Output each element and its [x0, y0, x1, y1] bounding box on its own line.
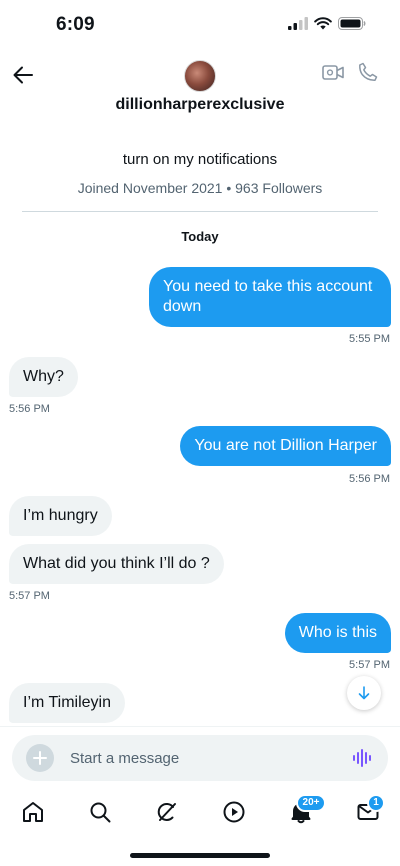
message-timestamp: 5:57 PM: [9, 590, 50, 602]
profile-meta: Joined November 2021 • 963 Followers: [77, 180, 323, 196]
status-time: 6:09: [56, 14, 95, 35]
back-button[interactable]: [10, 62, 36, 88]
status-icons: [288, 17, 366, 30]
message-timestamp: 5:55 PM: [349, 333, 390, 345]
message-text: You need to take this account down: [163, 278, 373, 315]
message-incoming[interactable]: I’m Timileyin: [9, 683, 126, 723]
message-outgoing[interactable]: Who is this: [284, 613, 391, 653]
voice-call-button[interactable]: [358, 62, 378, 87]
grok-icon: [157, 802, 176, 821]
tab-home[interactable]: [19, 798, 47, 826]
battery-icon: [338, 17, 366, 30]
audio-waveform-icon: [353, 749, 371, 767]
avatar[interactable]: [184, 60, 216, 92]
message-incoming[interactable]: What did you think I’ll do ?: [9, 544, 224, 584]
message-text: You are not Dillion Harper: [194, 437, 377, 454]
home-icon: [23, 802, 43, 822]
cellular-signal-icon: [288, 17, 308, 30]
message-outgoing[interactable]: You need to take this account down: [149, 267, 391, 327]
notifications-badge: 20+: [296, 794, 326, 812]
message-timestamp: 5:57 PM: [349, 659, 390, 671]
tab-search[interactable]: [86, 798, 114, 826]
profile-bio: turn on my notifications: [122, 151, 278, 168]
message-timestamp: 5:56 PM: [9, 403, 50, 415]
conversation-header: dillionharperexclusive: [0, 50, 400, 130]
composer: [12, 735, 388, 781]
message-text: Who is this: [298, 624, 377, 641]
messages-badge: 1: [367, 794, 385, 812]
day-label: Today: [181, 229, 219, 244]
message-text: Why?: [23, 368, 64, 385]
composer-area: [0, 726, 400, 788]
add-media-button[interactable]: [26, 744, 54, 772]
arrow-down-icon: [358, 686, 370, 700]
video-call-button[interactable]: [322, 64, 344, 86]
voice-message-button[interactable]: [352, 748, 372, 773]
divider: [22, 211, 378, 212]
plus-icon: [33, 751, 47, 765]
tab-communities[interactable]: [220, 798, 248, 826]
phone-icon: [359, 62, 378, 81]
message-timestamp: 5:56 PM: [349, 473, 390, 485]
message-incoming[interactable]: Why?: [9, 357, 78, 397]
message-text: I’m hungry: [23, 507, 98, 524]
video-camera-icon: [322, 65, 344, 80]
scroll-to-bottom-button[interactable]: [347, 676, 381, 710]
tab-grok[interactable]: [153, 798, 181, 826]
message-incoming[interactable]: I’m hungry: [9, 496, 112, 536]
play-circle-icon: [223, 801, 245, 823]
message-outgoing[interactable]: You are not Dillion Harper: [180, 426, 391, 466]
status-bar: 6:09: [0, 0, 400, 50]
conversation-username[interactable]: dillionharperexclusive: [0, 96, 400, 114]
message-text: What did you think I’ll do ?: [23, 555, 210, 572]
message-input[interactable]: [70, 747, 320, 769]
message-text: I’m Timileyin: [23, 694, 112, 711]
search-icon: [90, 802, 111, 823]
home-indicator: [130, 853, 270, 858]
tab-bar: 20+ 1: [0, 790, 400, 834]
arrow-left-icon: [13, 66, 33, 84]
wifi-icon: [314, 17, 332, 30]
